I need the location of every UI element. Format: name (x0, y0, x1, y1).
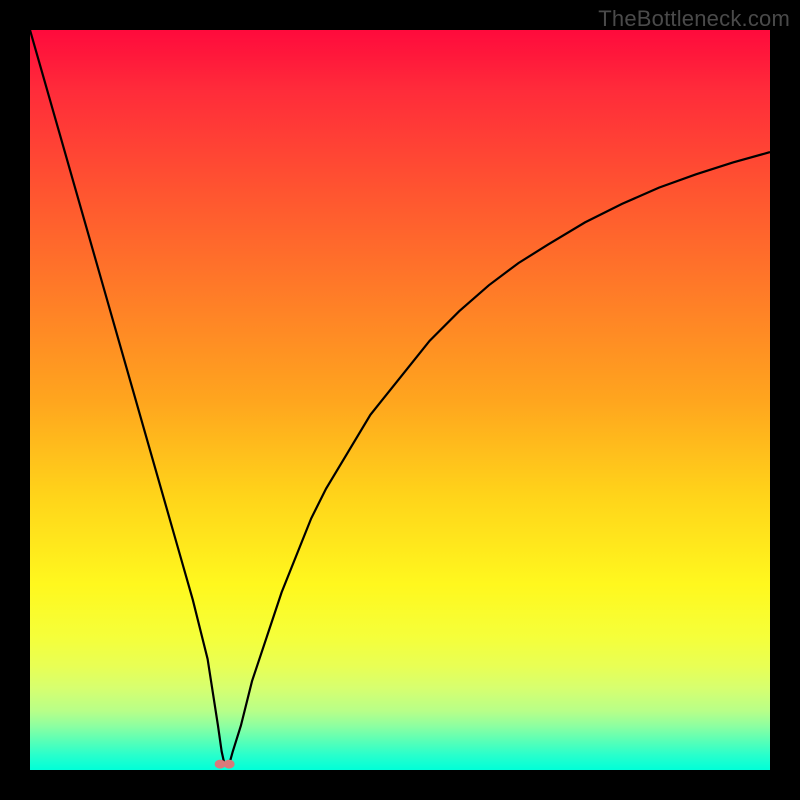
right-branch-line (229, 152, 770, 765)
curve-svg (30, 30, 770, 770)
minimum-marker-2 (224, 760, 235, 769)
chart-frame: TheBottleneck.com (0, 0, 800, 800)
watermark-text: TheBottleneck.com (598, 6, 790, 32)
left-branch-line (30, 30, 225, 765)
plot-area (30, 30, 770, 770)
